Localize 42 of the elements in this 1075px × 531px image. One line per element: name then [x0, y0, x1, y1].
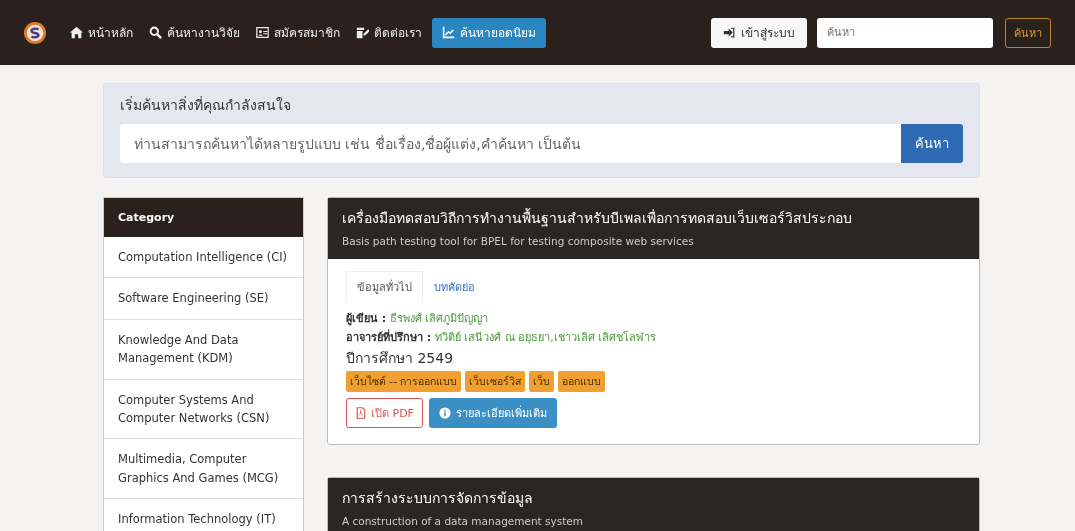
- edit-icon: [356, 26, 369, 39]
- result-subtitle: Basis path testing tool for BPEL for testing composite web services: [342, 235, 695, 247]
- category-link[interactable]: Multimedia, Computer Graphics And Games (MCG): [104, 439, 303, 500]
- keyword-tag[interactable]: เว็บ: [529, 371, 555, 392]
- keyword-tag[interactable]: เว็บเซอร์วิส: [465, 371, 526, 392]
- keyword-tag[interactable]: ออกแบบ: [558, 371, 606, 392]
- nav-link[interactable]: ติดต่อเรา: [350, 17, 428, 48]
- search-button[interactable]: ค้นหา: [1005, 17, 1051, 48]
- chart-icon: [442, 26, 455, 39]
- nav-link[interactable]: ค้นหายอดนิยม: [432, 17, 546, 48]
- category-link[interactable]: Computer Systems And Computer Networks (CSN): [104, 379, 303, 440]
- logo-icon: [24, 21, 46, 44]
- result-title[interactable]: การสร้างระบบการจัดการข้อมูล: [342, 487, 965, 509]
- pdf-button[interactable]: เปิด PDF: [346, 398, 423, 428]
- search-icon: [149, 26, 162, 39]
- category-header: Category: [104, 198, 303, 237]
- info-line: ผู้เขียน : ธีรพงศ์ เลิศภูมิปัญญา: [346, 311, 490, 327]
- details-button[interactable]: รายละเอียดเพิ่มเติม: [428, 398, 557, 428]
- sign-in-icon: [723, 26, 736, 39]
- tab[interactable]: บทคัดย่อ: [423, 271, 486, 303]
- category-link[interactable]: Software Engineering (SE): [104, 278, 303, 320]
- search-heading: เริ่มค้นหาสิ่งที่คุณกำลังสนใจ: [120, 95, 292, 116]
- home-icon: [70, 26, 83, 39]
- pdf-file-icon: [355, 407, 367, 419]
- result-subtitle: A construction of a data management system: [342, 515, 584, 527]
- keyword-tag[interactable]: เว็บไซต์ -- การออกแบบ: [346, 371, 462, 392]
- search-field[interactable]: ค้นหา: [817, 17, 993, 48]
- category-link[interactable]: Knowledge And Data Management (KDM): [104, 319, 303, 380]
- category-link[interactable]: Information Technology (IT): [104, 499, 303, 531]
- tab[interactable]: ข้อมูลทั่วไป: [346, 271, 423, 303]
- academic-year: ปีการศึกษา 2549: [346, 349, 455, 368]
- result-title[interactable]: เครื่องมือทดสอบวิถีการทำงานพื้นฐานสำหรับบีเพลเพื่อการทดสอบเว็บเซอร์วิสประกอบ: [342, 207, 965, 229]
- info-icon: [438, 407, 451, 419]
- search-field[interactable]: ท่านสามารถค้นหาได้หลายรูปแบบ เช่น ชื่อเรื่อง,ชื่อผู้แต่ง,คำค้นหา เป็นต้น: [120, 124, 901, 163]
- category-link[interactable]: Computation Intelligence (CI): [104, 237, 303, 279]
- info-line: อาจารย์ที่ปรึกษา : ทวิติย์ เสนีวงศ์ ณ อยุธยา,เชาวเลิศ เลิศชโลฬาร: [346, 328, 658, 346]
- nav-link[interactable]: สมัครสมาชิก: [250, 17, 346, 48]
- login-button[interactable]: เข้าสู่ระบบ: [711, 17, 807, 48]
- id-card-icon: [256, 26, 269, 39]
- nav-link[interactable]: ค้นหางานวิจัย: [143, 17, 246, 48]
- search-button[interactable]: ค้นหา: [901, 124, 963, 163]
- nav-link[interactable]: หน้าหลัก: [64, 17, 139, 48]
